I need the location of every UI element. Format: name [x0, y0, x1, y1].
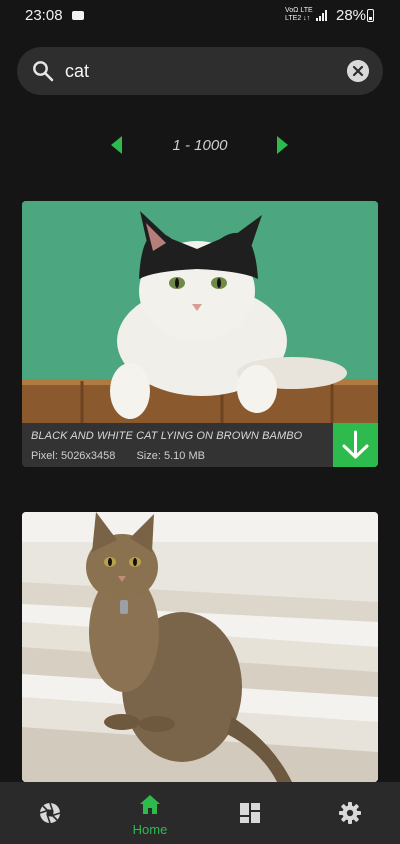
nav-item-aperture[interactable]: [0, 782, 100, 844]
notification-icon: [72, 11, 84, 20]
status-time: 23:08: [25, 7, 63, 24]
nav-item-dashboard[interactable]: [200, 782, 300, 844]
close-icon[interactable]: [347, 60, 369, 82]
nav-item-settings[interactable]: [300, 782, 400, 844]
signal-icon: [316, 10, 327, 21]
home-icon[interactable]: [138, 793, 162, 817]
pixel-info: Pixel: 5026x3458: [31, 450, 116, 462]
result-card[interactable]: BLACK AND WHITE CAT LYING ON BROWN BAMBO…: [22, 201, 378, 467]
chevron-right-icon[interactable]: [277, 136, 288, 154]
search-input[interactable]: [65, 59, 335, 83]
result-title: BLACK AND WHITE CAT LYING ON BROWN BAMBO: [31, 430, 303, 442]
result-caption: BLACK AND WHITE CAT LYING ON BROWN BAMBO…: [22, 423, 378, 467]
gear-icon[interactable]: [338, 801, 362, 825]
bottom-navigation: Home: [0, 782, 400, 844]
pagination: 1 - 1000: [0, 132, 400, 160]
battery-icon: [367, 9, 374, 22]
status-bar: 23:08 VoΩ LTE LTE2 ↓↑ 28%: [0, 0, 400, 32]
search-icon[interactable]: [31, 59, 55, 83]
result-card[interactable]: [22, 512, 378, 782]
network-indicator: VoΩ LTE LTE2 ↓↑: [285, 7, 313, 22]
result-meta: Pixel: 5026x3458 Size: 5.10 MB: [31, 450, 223, 462]
aperture-icon[interactable]: [38, 801, 62, 825]
dashboard-icon[interactable]: [238, 801, 262, 825]
nav-item-home[interactable]: Home: [100, 782, 200, 844]
size-info: Size: 5.10 MB: [136, 450, 205, 462]
search-bar[interactable]: [17, 47, 383, 95]
battery-percent: 28%: [336, 7, 367, 24]
download-icon[interactable]: [333, 423, 378, 467]
cat-photo[interactable]: [22, 201, 378, 423]
cat-photo[interactable]: [22, 512, 378, 782]
nav-label-home: Home: [132, 822, 168, 837]
page-range: 1 - 1000: [172, 137, 228, 154]
